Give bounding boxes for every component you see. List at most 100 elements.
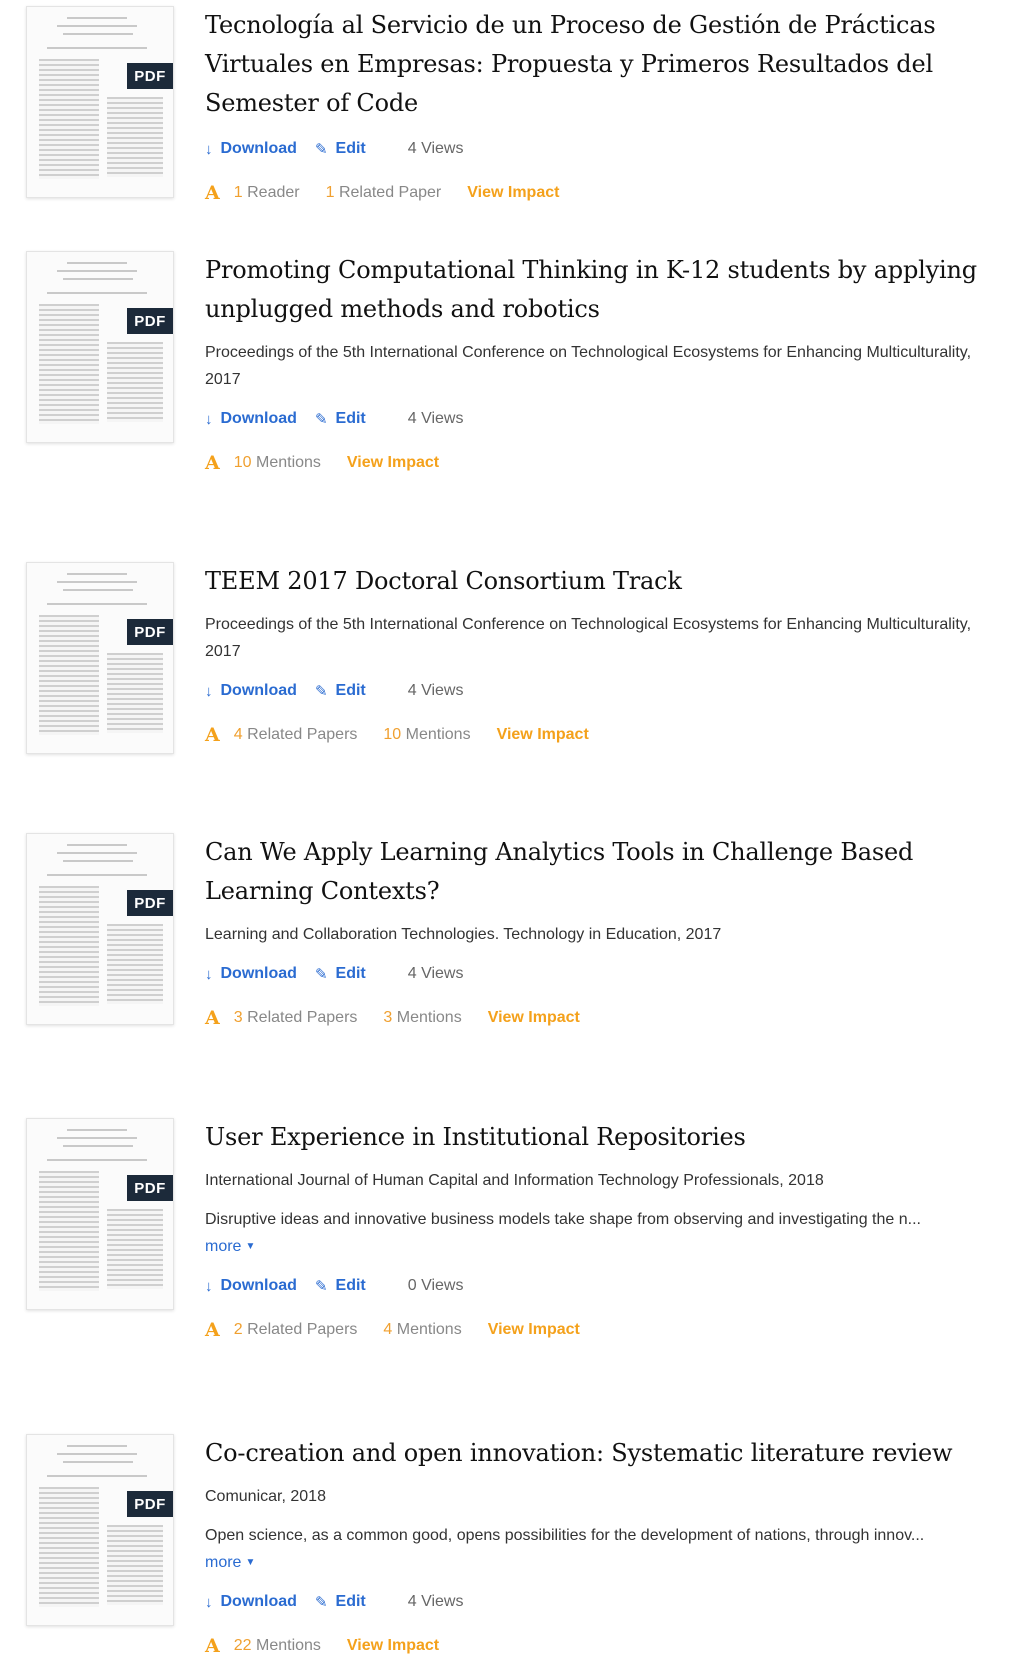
paper-title[interactable]: Co-creation and open innovation: Systema… [205, 1434, 1005, 1473]
paper-title[interactable]: TEEM 2017 Doctoral Consortium Track [205, 562, 1005, 601]
thumbnail-text-block [107, 97, 163, 177]
paper-title[interactable]: Tecnología al Servicio de un Proceso de … [205, 6, 1005, 123]
view-impact-link[interactable]: View Impact [488, 1321, 580, 1339]
download-button[interactable]: ↓ Download [205, 1593, 297, 1611]
paper-actions: ↓ Download ✎ Edit 4 Views [205, 679, 1005, 703]
edit-button[interactable]: ✎ Edit [315, 1593, 366, 1611]
view-impact-link[interactable]: View Impact [347, 1637, 439, 1655]
paper-meta: Proceedings of the 5th International Con… [205, 344, 972, 388]
thumbnail-line [57, 852, 137, 854]
stat-item[interactable]: 1 Related Paper [326, 184, 442, 202]
thumbnail-text-block [39, 1171, 99, 1291]
thumbnail-line [63, 278, 133, 280]
pencil-icon: ✎ [314, 1594, 328, 1611]
more-link[interactable]: more ▼ [205, 1549, 255, 1576]
pdf-badge: PDF [127, 1175, 173, 1201]
paper-meta: International Journal of Human Capital a… [205, 1172, 824, 1189]
stat-item[interactable]: 1 Reader [234, 184, 300, 202]
stat-label: Reader [247, 184, 300, 201]
paper-info: Promoting Computational Thinking in K-12… [205, 251, 1005, 475]
paper-info: Can We Apply Learning Analytics Tools in… [205, 833, 1005, 1030]
edit-button[interactable]: ✎ Edit [315, 410, 366, 428]
thumbnail-line [57, 25, 137, 27]
thumbnail-text-block [107, 924, 163, 1004]
download-button[interactable]: ↓ Download [205, 682, 297, 700]
views-count: 4 Views [407, 1593, 464, 1610]
paper-info: TEEM 2017 Doctoral Consortium Track Proce… [205, 562, 1005, 747]
stat-item[interactable]: 22 Mentions [234, 1637, 321, 1655]
paper-thumbnail[interactable]: PDF [26, 251, 174, 443]
more-label: more [205, 1238, 242, 1255]
edit-label: Edit [335, 682, 366, 699]
download-label: Download [220, 1593, 297, 1610]
paper-thumbnail[interactable]: PDF [26, 562, 174, 754]
download-label: Download [220, 965, 297, 982]
stat-item[interactable]: 4 Related Papers [234, 726, 358, 744]
download-label: Download [220, 140, 297, 157]
thumbnail-line [47, 47, 147, 49]
stat-item[interactable]: 2 Related Papers [234, 1321, 358, 1339]
pdf-badge: PDF [127, 308, 173, 334]
view-impact-link[interactable]: View Impact [497, 726, 589, 744]
paper-abstract: Open science, as a common good, opens po… [205, 1522, 1005, 1576]
stat-number: 10 [383, 726, 402, 743]
more-link[interactable]: more ▼ [205, 1233, 255, 1260]
download-label: Download [220, 682, 297, 699]
paper-thumbnail[interactable]: PDF [26, 1118, 174, 1310]
abstract-text: Disruptive ideas and innovative business… [205, 1211, 921, 1228]
thumbnail-line [47, 1475, 147, 1477]
view-impact-link[interactable]: View Impact [347, 454, 439, 472]
edit-button[interactable]: ✎ Edit [315, 1277, 366, 1295]
paper-stats: A2 Related Papers 4 Mentions View Impact [205, 1318, 1005, 1342]
paper-title[interactable]: Can We Apply Learning Analytics Tools in… [205, 833, 1005, 911]
edit-button[interactable]: ✎ Edit [315, 965, 366, 983]
pdf-badge: PDF [127, 619, 173, 645]
thumbnail-line [47, 603, 147, 605]
stat-item[interactable]: 3 Mentions [383, 1009, 461, 1027]
edit-button[interactable]: ✎ Edit [315, 140, 366, 158]
paper-thumbnail[interactable]: PDF [26, 1434, 174, 1626]
paper-actions: ↓ Download ✎ Edit 4 Views [205, 962, 1005, 986]
view-impact-link[interactable]: View Impact [467, 184, 559, 202]
download-button[interactable]: ↓ Download [205, 965, 297, 983]
paper-title[interactable]: User Experience in Institutional Reposit… [205, 1118, 1005, 1157]
views-count: 4 Views [407, 140, 464, 157]
stat-item[interactable]: 10 Mentions [234, 454, 321, 472]
stat-item[interactable]: 4 Mentions [383, 1321, 461, 1339]
download-button[interactable]: ↓ Download [205, 140, 297, 158]
download-label: Download [220, 1277, 297, 1294]
caret-down-icon: ▼ [245, 1557, 256, 1568]
thumbnail-text-block [107, 653, 163, 733]
pencil-icon: ✎ [314, 1278, 328, 1295]
view-impact-link[interactable]: View Impact [488, 1009, 580, 1027]
stat-number: 3 [233, 1009, 243, 1026]
stat-item[interactable]: 10 Mentions [383, 726, 470, 744]
paper-actions: ↓ Download ✎ Edit 4 Views [205, 407, 1005, 431]
stat-label: Related Papers [247, 1009, 358, 1026]
pencil-icon: ✎ [314, 411, 328, 428]
thumbnail-line [63, 589, 133, 591]
paper-title[interactable]: Promoting Computational Thinking in K-12… [205, 251, 1005, 329]
pencil-icon: ✎ [314, 966, 328, 983]
stat-number: 3 [383, 1009, 393, 1026]
download-button[interactable]: ↓ Download [205, 410, 297, 428]
pdf-badge: PDF [127, 63, 173, 89]
download-button[interactable]: ↓ Download [205, 1277, 297, 1295]
stat-number: 2 [233, 1321, 243, 1338]
paper-thumbnail[interactable]: PDF [26, 833, 174, 1025]
thumbnail-line [57, 581, 137, 583]
thumbnail-line [63, 1461, 133, 1463]
edit-button[interactable]: ✎ Edit [315, 682, 366, 700]
paper-actions: ↓ Download ✎ Edit 4 Views [205, 137, 1005, 161]
stat-label: Mentions [396, 1321, 462, 1338]
stat-number: 1 [233, 184, 243, 201]
stat-item[interactable]: 3 Related Papers [234, 1009, 358, 1027]
stat-label: Mentions [405, 726, 471, 743]
thumbnail-text-block [107, 1525, 163, 1605]
paper-thumbnail[interactable]: PDF [26, 6, 174, 198]
edit-label: Edit [335, 1593, 366, 1610]
academia-a-icon: A [205, 182, 220, 204]
academia-a-icon: A [205, 1635, 220, 1657]
thumbnail-line [67, 1129, 127, 1131]
thumbnail-line [67, 844, 127, 846]
